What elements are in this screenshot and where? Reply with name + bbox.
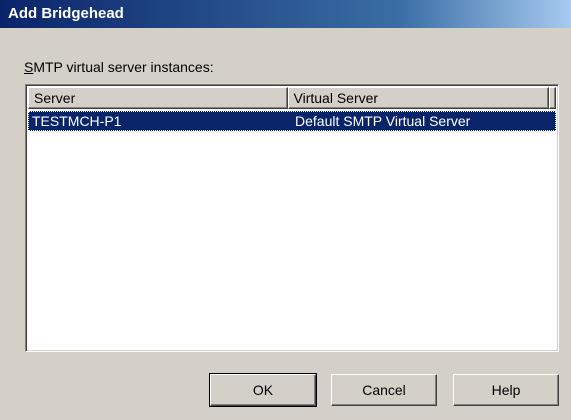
column-header-server[interactable]: Server	[28, 87, 288, 109]
label-accesskey: S	[24, 59, 34, 75]
table-row[interactable]: TESTMCH-P1 Default SMTP Virtual Server	[28, 111, 556, 131]
ok-button[interactable]: OK	[209, 373, 317, 407]
column-header-virtual-server[interactable]: Virtual Server	[287, 87, 549, 109]
column-header-filler	[549, 87, 556, 109]
cell-server: TESTMCH-P1	[32, 113, 122, 129]
list-header: Server Virtual Server	[28, 87, 556, 109]
window-title: Add Bridgehead	[8, 5, 124, 22]
smtp-instances-list[interactable]: Server Virtual Server TESTMCH-P1 Default…	[25, 84, 559, 352]
cancel-button[interactable]: Cancel	[331, 374, 437, 406]
smtp-instances-label: SMTP virtual server instances:	[24, 59, 214, 75]
cell-virtual-server: Default SMTP Virtual Server	[295, 113, 471, 129]
title-bar[interactable]: Add Bridgehead	[0, 0, 571, 28]
label-text: MTP virtual server instances:	[33, 59, 214, 75]
list-rows: TESTMCH-P1 Default SMTP Virtual Server	[28, 111, 556, 131]
add-bridgehead-dialog: Add Bridgehead SMTP virtual server insta…	[0, 0, 571, 420]
help-button[interactable]: Help	[453, 374, 559, 406]
